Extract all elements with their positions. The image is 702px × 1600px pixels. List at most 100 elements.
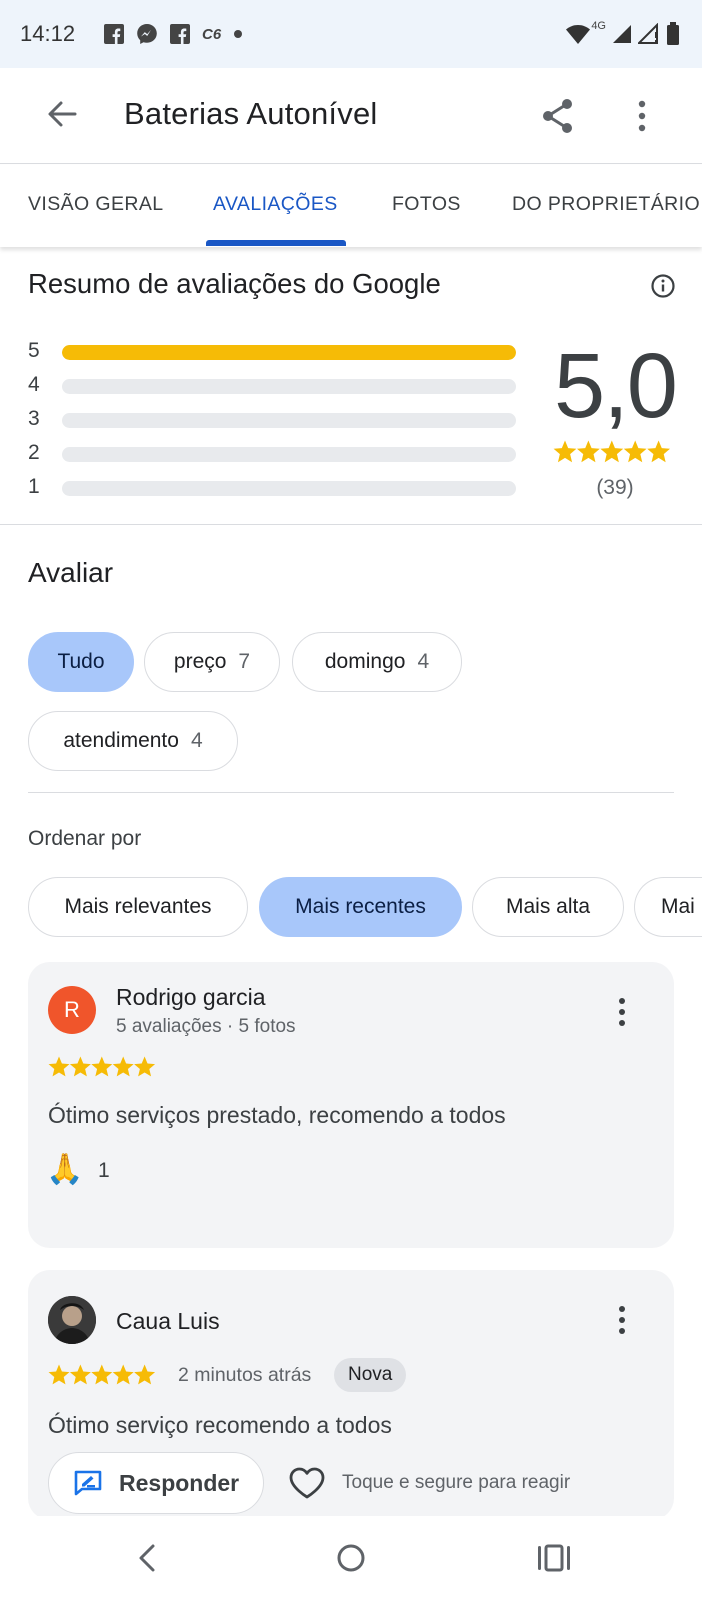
star-icon xyxy=(600,440,624,463)
rating-row: 1 xyxy=(28,475,518,499)
rating-row: 3 xyxy=(28,407,518,431)
star-icon xyxy=(112,1056,134,1077)
chip-label: Tudo xyxy=(57,650,105,673)
nav-home-icon[interactable] xyxy=(331,1538,371,1578)
star-icon xyxy=(91,1056,113,1077)
wifi-icon xyxy=(566,25,591,44)
rating-bar xyxy=(62,345,516,360)
c6-icon: C6 xyxy=(202,25,222,43)
star-icon xyxy=(48,1056,70,1077)
sort-chip-lowest[interactable]: Mai xyxy=(634,877,702,937)
sort-chip-relevant[interactable]: Mais relevantes xyxy=(28,877,248,937)
chip-label: domingo xyxy=(324,650,406,673)
review-stars xyxy=(48,1364,156,1385)
app-bar: Baterias Autonível xyxy=(0,68,702,164)
avatar[interactable]: R xyxy=(48,986,96,1034)
system-status-icons: 4G xyxy=(559,20,680,48)
review-count: (39) xyxy=(596,476,634,499)
reviewer-name[interactable]: Rodrigo garcia xyxy=(116,984,266,1011)
filter-chip-all[interactable]: Tudo xyxy=(28,632,134,692)
share-button[interactable] xyxy=(538,96,578,136)
filter-chip-sunday[interactable]: domingo 4 xyxy=(292,632,462,692)
review-more-button[interactable] xyxy=(610,992,634,1032)
star-icon xyxy=(623,440,647,463)
pray-reaction-icon[interactable]: 🙏 xyxy=(46,1152,83,1187)
tab-photos[interactable]: FOTOS xyxy=(392,193,461,216)
rating-bar xyxy=(62,413,516,428)
review-text: Ótimo serviços prestado, recomendo a tod… xyxy=(48,1102,506,1128)
star-icon xyxy=(48,1364,70,1385)
star-icon xyxy=(134,1364,156,1385)
signal-icon xyxy=(613,25,631,43)
status-bar: 14:12 C6 4G xyxy=(0,0,702,68)
sort-chip-recent[interactable]: Mais recentes xyxy=(259,877,462,937)
tab-overview[interactable]: VISÃO GERAL xyxy=(28,193,164,216)
active-tab-indicator xyxy=(206,240,346,246)
review-card: R Rodrigo garcia 5 avaliações · 5 fotos … xyxy=(28,962,674,1248)
review-time: 2 minutos atrás xyxy=(178,1364,312,1386)
chip-label: Mai xyxy=(661,895,695,918)
facebook-icon xyxy=(104,24,124,44)
filter-title: Avaliar xyxy=(28,557,114,588)
summary-title: Resumo de avaliações do Google xyxy=(28,268,441,299)
star-icon xyxy=(576,440,600,463)
star-icon xyxy=(69,1056,91,1077)
filter-chip-price[interactable]: preço 7 xyxy=(144,632,280,692)
rating-row-label: 3 xyxy=(28,407,40,430)
more-options-button[interactable] xyxy=(622,96,662,136)
reply-label: Responder xyxy=(119,1469,240,1496)
tab-reviews[interactable]: AVALIAÇÕES xyxy=(213,193,338,216)
react-hint: Toque e segure para reagir xyxy=(342,1472,571,1493)
reaction-count: 1 xyxy=(98,1159,110,1182)
sort-chip-highest[interactable]: Mais alta xyxy=(472,877,624,937)
rating-row-label: 1 xyxy=(28,475,40,498)
more-vert-icon xyxy=(619,1306,625,1334)
chip-count: 7 xyxy=(238,650,251,673)
tab-owner[interactable]: DO PROPRIETÁRIO xyxy=(512,193,700,216)
rating-row-label: 2 xyxy=(28,441,40,464)
sort-label: Ordenar por xyxy=(28,827,142,850)
share-icon xyxy=(543,99,572,133)
nav-back-icon[interactable] xyxy=(128,1538,168,1578)
rating-row: 2 xyxy=(28,441,518,465)
star-icon xyxy=(112,1364,134,1385)
new-badge: Nova xyxy=(334,1358,407,1392)
average-score: 5,0 xyxy=(554,335,678,437)
heart-outline-icon[interactable] xyxy=(288,1466,326,1500)
review-more-button[interactable] xyxy=(610,1300,634,1340)
dot-icon xyxy=(234,30,243,38)
star-icon xyxy=(69,1364,91,1385)
back-button[interactable] xyxy=(42,94,82,134)
battery-icon xyxy=(667,22,679,45)
rating-row: 4 xyxy=(28,373,518,397)
signal-empty-icon xyxy=(638,23,658,44)
reviewer-name[interactable]: Caua Luis xyxy=(116,1308,220,1335)
star-icon xyxy=(91,1364,113,1385)
rating-bar xyxy=(62,447,516,462)
reply-icon xyxy=(74,1470,102,1496)
star-icon xyxy=(134,1056,156,1077)
network-type-label: 4G xyxy=(591,20,606,32)
nav-recents-icon[interactable] xyxy=(534,1538,574,1578)
info-icon[interactable] xyxy=(650,273,676,299)
reply-button[interactable]: Responder xyxy=(48,1452,265,1514)
rating-bar xyxy=(62,379,516,394)
chip-label: preço xyxy=(173,650,227,673)
avatar[interactable] xyxy=(48,1296,96,1344)
rating-bar xyxy=(62,481,516,496)
review-card: Caua Luis 2 minutos atrás Nova Ótimo ser… xyxy=(28,1270,674,1520)
review-text: Ótimo serviço recomendo a todos xyxy=(48,1412,392,1438)
back-arrow-icon xyxy=(48,101,77,127)
chip-label: atendimento xyxy=(63,729,179,752)
rating-bar-fill xyxy=(62,345,516,360)
filter-divider xyxy=(28,792,674,793)
system-nav-bar xyxy=(0,1516,702,1600)
place-title: Baterias Autonível xyxy=(124,96,378,131)
messenger-icon xyxy=(137,24,157,44)
chip-count: 4 xyxy=(190,729,203,752)
more-vert-icon xyxy=(638,100,646,132)
reviewer-meta: 5 avaliações · 5 fotos xyxy=(116,1016,296,1037)
chip-count: 4 xyxy=(417,650,430,673)
filter-chip-service[interactable]: atendimento 4 xyxy=(28,711,238,771)
profile-photo-icon xyxy=(48,1296,96,1344)
